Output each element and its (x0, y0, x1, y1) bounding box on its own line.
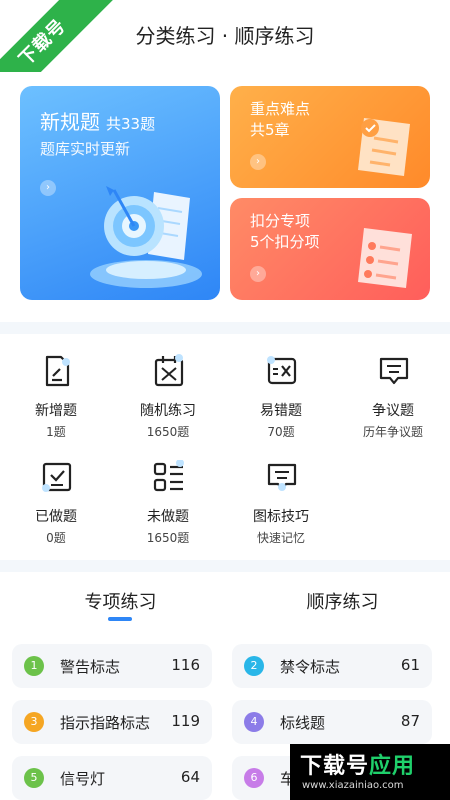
list-item-number: 1 (24, 656, 44, 676)
watermark-brand-name: 下载号 (300, 754, 370, 779)
site-watermark: 下载号应用 www.xiazainiao.com (290, 744, 450, 800)
screen: 分类练习 · 顺序练习 下载号 新规题 共33题 题库实时更新 › 重点难点 共… (0, 0, 450, 800)
new-questions-title-text: 新规题 (40, 110, 100, 134)
chevron-right-icon[interactable]: › (250, 266, 266, 282)
feature-cards: 新规题 共33题 题库实时更新 › 重点难点 共5章 › 扣分专项 5个扣分项 … (0, 72, 450, 322)
grid-item-sub: 历年争议题 (362, 425, 423, 439)
practice-grid: 新增题 1题 随机练习 1650题 易错题 70题 争议题 历年争议题 已做题 … (0, 334, 450, 560)
active-tab-indicator (108, 617, 132, 621)
grid-item-label: 已做题 (35, 509, 77, 525)
list-item[interactable]: 2 禁令标志 61 (232, 644, 432, 688)
list-item-name: 禁令标志 (280, 658, 341, 676)
list-item-count: 64 (180, 768, 200, 786)
list-item-name: 警告标志 (60, 658, 121, 676)
grid-item-sub: 快速记忆 (256, 531, 305, 545)
grid-item-sub: 1650题 (146, 531, 190, 545)
watermark-brand: 下载号应用 (300, 748, 415, 780)
deduction-items-card[interactable]: 扣分专项 5个扣分项 › (230, 198, 430, 300)
grid-item-label: 未做题 (147, 509, 189, 525)
grid-item-error-prone[interactable]: 易错题 70题 (225, 334, 337, 439)
tab-special-practice[interactable]: 专项练习 (8, 588, 233, 614)
sign-icon (267, 463, 297, 491)
target-document-illustration (90, 186, 202, 288)
grid-item-sign-tips[interactable]: 图标技巧 快速记忆 (225, 440, 337, 545)
deduction-items-title: 扣分专项 (250, 212, 311, 230)
new-questions-title: 新规题 共33题 (40, 106, 155, 135)
grid-item-done[interactable]: 已做题 0题 (0, 440, 112, 545)
new-questions-count: 共33题 (106, 115, 156, 133)
key-difficult-subtitle: 共5章 (250, 121, 290, 139)
grid-item-label: 随机练习 (140, 403, 196, 419)
practice-tabs: 专项练习 顺序练习 (0, 572, 450, 632)
certificate-document-icon (358, 118, 410, 176)
key-difficult-title: 重点难点 (250, 100, 311, 118)
comment-box-icon (379, 357, 409, 385)
tab-sequence-practice[interactable]: 顺序练习 (230, 588, 450, 614)
grid-item-sub: 70题 (267, 425, 295, 439)
list-item-count: 61 (400, 656, 420, 674)
list-item-number: 2 (244, 656, 264, 676)
grid-item-sub: 1题 (46, 425, 66, 439)
checked-box-icon (42, 462, 72, 492)
list-item[interactable]: 1 警告标志 116 (12, 644, 212, 688)
grid-item-disputed[interactable]: 争议题 历年争议题 (337, 334, 449, 439)
grid-list-icon (153, 460, 184, 492)
grid-item-label: 新增题 (35, 403, 77, 419)
deduction-items-subtitle: 5个扣分项 (250, 233, 320, 251)
list-item-number: 4 (244, 712, 264, 732)
list-item-number: 5 (24, 768, 44, 788)
chevron-right-icon[interactable]: › (250, 154, 266, 170)
list-item-name: 信号灯 (60, 770, 106, 788)
grid-item-new[interactable]: 新增题 1题 (0, 334, 112, 439)
new-questions-card[interactable]: 新规题 共33题 题库实时更新 › (20, 86, 220, 300)
watermark-brand-suffix: 应用 (369, 754, 416, 779)
list-item[interactable]: 5 信号灯 64 (12, 756, 212, 800)
list-item-number: 6 (244, 768, 264, 788)
shuffle-calendar-icon (154, 354, 184, 387)
grid-item-label: 争议题 (372, 403, 414, 419)
document-edit-icon (45, 355, 70, 387)
list-item[interactable]: 4 标线题 87 (232, 700, 432, 744)
error-box-icon (267, 356, 297, 385)
list-item-count: 116 (171, 656, 200, 674)
grid-item-label: 易错题 (260, 403, 302, 419)
key-difficult-card[interactable]: 重点难点 共5章 › (230, 86, 430, 188)
grid-item-label: 图标技巧 (253, 509, 309, 525)
watermark-url: www.xiazainiao.com (302, 780, 404, 791)
new-questions-subtitle: 题库实时更新 (40, 140, 131, 158)
list-item-name: 标线题 (280, 714, 326, 732)
list-item-number: 3 (24, 712, 44, 732)
list-item[interactable]: 3 指示指路标志 119 (12, 700, 212, 744)
list-item-count: 119 (171, 712, 200, 730)
list-item-count: 87 (400, 712, 420, 730)
grid-item-undone[interactable]: 未做题 1650题 (112, 440, 224, 545)
checklist-document-icon (358, 228, 412, 288)
grid-item-sub: 0题 (46, 531, 66, 545)
list-item-name: 指示指路标志 (60, 714, 151, 732)
chevron-right-icon[interactable]: › (40, 180, 56, 196)
grid-item-sub: 1650题 (146, 425, 190, 439)
grid-item-random[interactable]: 随机练习 1650题 (112, 334, 224, 439)
